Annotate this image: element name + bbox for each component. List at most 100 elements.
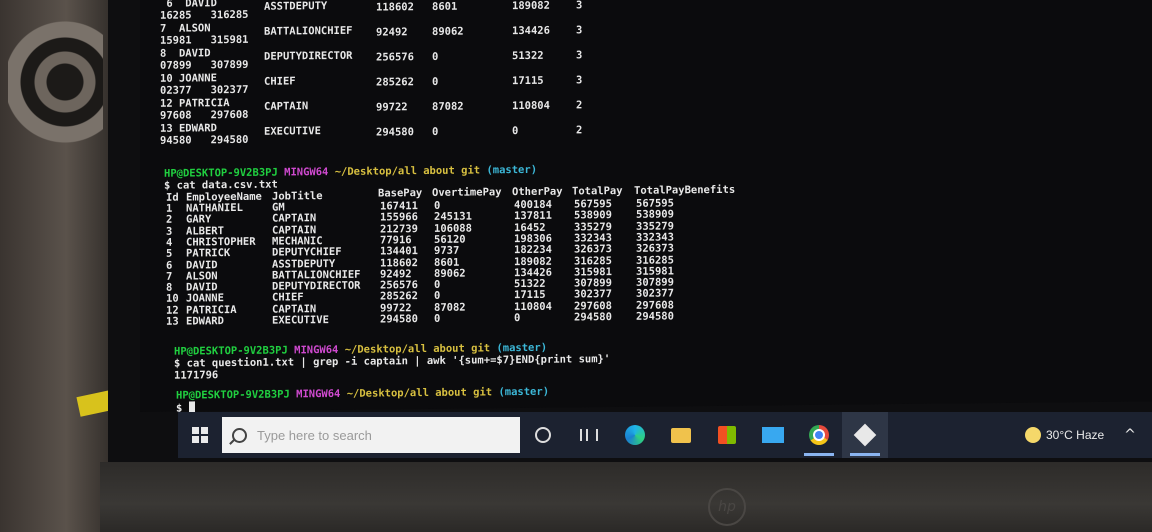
- top-row-totals: 94580 294580: [160, 133, 249, 147]
- background-left: [0, 0, 128, 532]
- table-cell: 3: [166, 225, 173, 238]
- top-row-name: 8 DAVID: [160, 47, 211, 60]
- table-cell: 0: [434, 312, 441, 325]
- top-row-name: 12 PATRICIA: [160, 97, 230, 110]
- table-header: OtherPay: [512, 185, 563, 199]
- edge-icon: [625, 425, 645, 445]
- top-row-otherpay: 0: [512, 125, 519, 138]
- taskbar: Type here to search 30°C Haze ^: [178, 412, 1152, 458]
- top-row-totals: 07899 307899: [160, 58, 249, 72]
- search-icon: [232, 427, 247, 443]
- task-view-button[interactable]: [566, 412, 612, 458]
- top-row-count: 2: [576, 124, 583, 137]
- table-cell: 0: [434, 290, 441, 303]
- table-cell: 2: [166, 213, 173, 227]
- file-explorer-button[interactable]: [658, 412, 704, 458]
- top-row-jobtitle: DEPUTYDIRECTOR: [264, 49, 353, 63]
- top-row-otherpay: 17115: [512, 74, 544, 88]
- top-row-count: 2: [576, 99, 583, 112]
- top-row-totals: 15981 315981: [160, 33, 249, 47]
- terminal-window[interactable]: 6 DAVID 16285 316285 ASSTDEPUTY 118602 8601 1…: [140, 0, 1152, 415]
- top-row-basepay: 118602: [376, 1, 414, 14]
- table-cell: EDWARD: [186, 315, 224, 328]
- chrome-button[interactable]: [796, 412, 842, 458]
- weather-button[interactable]: [1018, 412, 1048, 458]
- table-cell: NATHANIEL: [186, 201, 243, 215]
- git-bash-button[interactable]: [842, 412, 888, 458]
- chrome-icon: [809, 425, 829, 445]
- top-row-otherpay: 51322: [512, 49, 544, 63]
- table-cell: 294580: [380, 313, 418, 326]
- table-cell: 8: [166, 281, 173, 294]
- top-row-basepay: 285262: [376, 76, 414, 89]
- tray-chevron-icon[interactable]: ^: [1118, 412, 1142, 458]
- top-row-overtime: 0: [432, 50, 439, 63]
- top-row-overtime: 0: [432, 75, 439, 88]
- table-cell: 6: [166, 259, 173, 272]
- table-cell: 0: [514, 312, 521, 325]
- task-view-icon: [580, 429, 598, 441]
- git-bash-icon: [853, 423, 877, 447]
- mail-button[interactable]: [750, 412, 796, 458]
- top-row-jobtitle: ASSTDEPUTY: [264, 0, 328, 13]
- table-cell: 87082: [434, 301, 466, 314]
- terminal-prompt: HP@DESKTOP-9V2B3PJ MINGW64 ~/Desktop/all…: [164, 163, 538, 180]
- top-row-otherpay: 134426: [512, 24, 550, 38]
- top-row-jobtitle: CAPTAIN: [264, 100, 309, 113]
- terminal-result: 1171796: [174, 369, 219, 382]
- edge-button[interactable]: [612, 412, 658, 458]
- table-header: TotalPay: [572, 184, 623, 198]
- table-cell: 1: [166, 202, 173, 215]
- top-row-overtime: 0: [432, 125, 439, 138]
- weather-text[interactable]: 30°C Haze: [1046, 412, 1116, 458]
- table-cell: EXECUTIVE: [272, 314, 329, 327]
- table-cell: 89062: [434, 267, 466, 280]
- cortana-button[interactable]: [520, 412, 566, 458]
- top-row-otherpay: 189082: [512, 0, 550, 13]
- table-header: OvertimePay: [432, 186, 502, 199]
- top-row-overtime: 8601: [432, 0, 458, 13]
- top-row-jobtitle: CHIEF: [264, 75, 296, 88]
- table-header: TotalPayBenefits: [634, 183, 736, 197]
- background-pattern: [8, 10, 103, 190]
- table-cell: 294580: [574, 311, 612, 324]
- table-cell: 5: [166, 247, 173, 260]
- top-row-basepay: 99722: [376, 101, 408, 114]
- top-row-count: 3: [576, 24, 583, 37]
- top-row-basepay: 294580: [376, 126, 414, 139]
- top-row-count: 3: [576, 74, 583, 87]
- top-row-totals: 97608 297608: [160, 108, 249, 122]
- top-row-overtime: 89062: [432, 25, 464, 38]
- start-button[interactable]: [178, 412, 222, 458]
- top-row-totals: 16285 316285: [160, 8, 249, 22]
- store-button[interactable]: [704, 412, 750, 458]
- table-header: BasePay: [378, 187, 423, 200]
- table-cell: 0: [434, 199, 441, 212]
- top-row-count: 3: [576, 0, 583, 12]
- table-cell: 110804: [514, 300, 552, 313]
- hp-logo-icon: hp: [708, 488, 746, 526]
- top-row-jobtitle: EXECUTIVE: [264, 125, 321, 138]
- windows-icon: [192, 427, 208, 443]
- weather-sun-icon: [1025, 427, 1041, 443]
- cortana-icon: [535, 427, 551, 443]
- mail-icon: [762, 427, 784, 443]
- laptop-bezel: [100, 462, 1152, 532]
- terminal-prompt: HP@DESKTOP-9V2B3PJ MINGW64 ~/Desktop/all…: [176, 385, 550, 402]
- folder-icon: [671, 427, 691, 443]
- top-row-otherpay: 110804: [512, 99, 550, 113]
- top-row-count: 3: [576, 49, 583, 62]
- active-indicator: [850, 453, 880, 456]
- top-row-jobtitle: BATTALIONCHIEF: [264, 24, 353, 38]
- table-cell: 13: [166, 315, 179, 328]
- top-row-name: 10 JOANNE: [160, 72, 217, 85]
- table-cell: DEPUTYDIRECTOR: [272, 279, 361, 293]
- table-cell: 7: [166, 270, 173, 283]
- top-row-totals: 02377 302377: [160, 83, 249, 97]
- top-row-overtime: 87082: [432, 100, 464, 113]
- table-cell: 0: [434, 278, 441, 292]
- top-row-name: 13 EDWARD: [160, 122, 217, 135]
- top-row-basepay: 256576: [376, 51, 414, 64]
- table-cell: 12: [166, 304, 179, 317]
- search-input[interactable]: Type here to search: [222, 417, 520, 453]
